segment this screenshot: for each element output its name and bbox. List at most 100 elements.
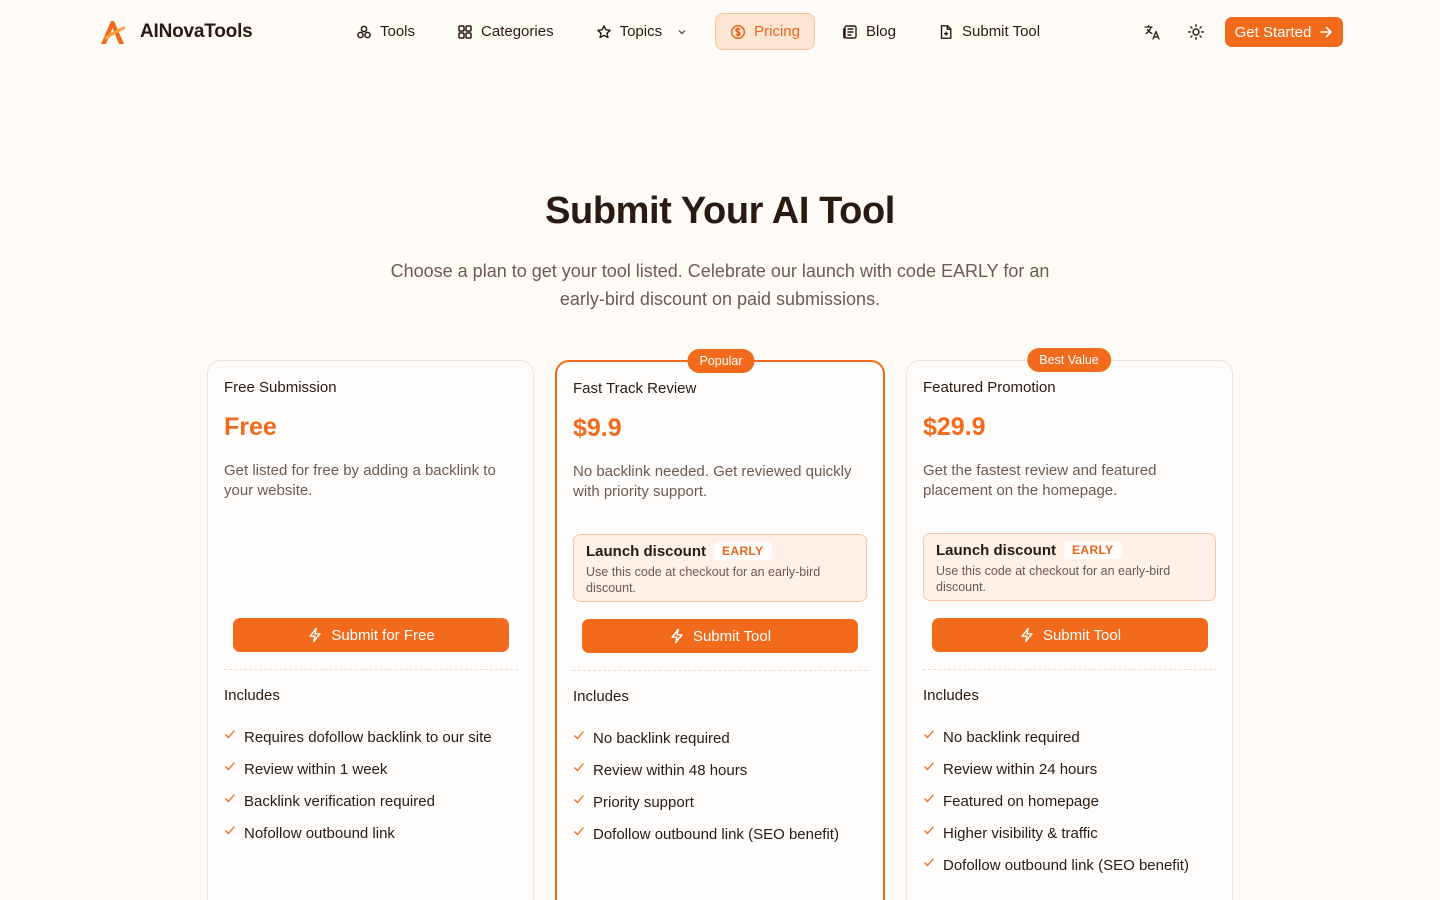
discount-code[interactable]: EARLY bbox=[714, 542, 772, 560]
page-subtitle: Choose a plan to get your tool listed. C… bbox=[390, 261, 1050, 309]
check-icon bbox=[574, 795, 584, 804]
site-header: AINovaTools Tools Categories Topics Pric… bbox=[0, 0, 1440, 64]
chevron-down-icon bbox=[678, 29, 686, 34]
feature-item: Higher visibility & traffic bbox=[923, 817, 1189, 849]
lightning-icon bbox=[309, 627, 322, 643]
nav-label-submit-tool: Submit Tool bbox=[962, 23, 1041, 40]
get-started-label: Get Started bbox=[1234, 23, 1312, 41]
feature-item: Review within 48 hours bbox=[573, 754, 839, 786]
feature-text: Review within 24 hours bbox=[943, 760, 1098, 778]
popular-badge: Popular bbox=[687, 349, 755, 373]
nav-label-pricing: Pricing bbox=[754, 23, 800, 40]
submit-button-label: Submit Tool bbox=[692, 627, 772, 645]
submit-button-label: Submit Tool bbox=[1042, 626, 1122, 644]
discount-title: Launch discount bbox=[586, 542, 706, 560]
check-icon bbox=[225, 794, 235, 803]
discount-text: Use this code at checkout for an early-b… bbox=[936, 564, 1171, 594]
feature-item: Requires dofollow backlink to our site bbox=[224, 721, 492, 753]
plan-card-featured: Best Value Featured Promotion $29.9 Get … bbox=[906, 348, 1233, 900]
divider bbox=[224, 669, 518, 670]
feature-text: Backlink verification required bbox=[244, 792, 435, 810]
check-icon bbox=[924, 794, 934, 803]
check-icon bbox=[225, 730, 235, 739]
includes-heading: Includes bbox=[923, 687, 979, 704]
plan-price: $9.9 bbox=[573, 414, 622, 442]
plan-description: No backlink needed. Get reviewed quickly… bbox=[573, 463, 852, 500]
brand-name: AINovaTools bbox=[140, 21, 253, 42]
feature-text: Featured on homepage bbox=[943, 792, 1099, 810]
feature-text: Dofollow outbound link (SEO benefit) bbox=[943, 856, 1189, 874]
discount-text: Use this code at checkout for an early-b… bbox=[586, 565, 821, 595]
launch-discount-box: Launch discount EARLY Use this code at c… bbox=[573, 534, 867, 602]
theme-toggle[interactable] bbox=[1186, 22, 1206, 42]
includes-heading: Includes bbox=[573, 688, 629, 705]
feature-text: Priority support bbox=[593, 793, 694, 811]
language-toggle[interactable] bbox=[1142, 22, 1162, 42]
nav-item-submit-tool[interactable]: Submit Tool bbox=[923, 13, 1055, 50]
feature-item: Priority support bbox=[573, 786, 839, 818]
plan-price: $29.9 bbox=[923, 413, 986, 441]
feature-item: Review within 1 week bbox=[224, 753, 492, 785]
nav-item-pricing[interactable]: Pricing bbox=[715, 13, 815, 50]
nav-item-categories[interactable]: Categories bbox=[442, 13, 569, 50]
submit-tool-button[interactable]: Submit Tool bbox=[582, 619, 858, 653]
check-icon bbox=[574, 731, 584, 740]
feature-item: Dofollow outbound link (SEO benefit) bbox=[923, 849, 1189, 881]
nav-item-topics[interactable]: Topics bbox=[581, 13, 704, 50]
feature-text: Review within 1 week bbox=[244, 760, 388, 778]
check-icon bbox=[924, 858, 934, 867]
plan-card-free: Free Submission Free Get listed for free… bbox=[207, 360, 534, 900]
check-icon bbox=[924, 762, 934, 771]
check-icon bbox=[574, 763, 584, 772]
feature-text: Nofollow outbound link bbox=[244, 824, 395, 842]
feature-text: Higher visibility & traffic bbox=[943, 824, 1098, 842]
plan-description: Get the fastest review and featured plac… bbox=[923, 462, 1157, 499]
page-title: Submit Your AI Tool bbox=[545, 190, 895, 232]
plan-description: Get listed for free by adding a backlink… bbox=[224, 462, 496, 499]
plan-card-fast-track: Popular Fast Track Review $9.9 No backli… bbox=[555, 349, 885, 900]
feature-item: No backlink required bbox=[573, 722, 839, 754]
get-started-button[interactable]: Get Started bbox=[1225, 17, 1343, 47]
main-nav: Tools Categories Topics Pricing Blog Sub… bbox=[341, 13, 1055, 50]
nav-label-blog: Blog bbox=[865, 23, 896, 40]
feature-list: No backlink required Review within 24 ho… bbox=[923, 721, 1189, 881]
discount-code[interactable]: EARLY bbox=[1064, 541, 1122, 559]
feature-item: No backlink required bbox=[923, 721, 1189, 753]
nav-item-tools[interactable]: Tools bbox=[341, 13, 430, 50]
brand-logo[interactable]: AINovaTools bbox=[98, 17, 253, 47]
feature-text: Review within 48 hours bbox=[593, 761, 748, 779]
feature-item: Backlink verification required bbox=[224, 785, 492, 817]
nav-label-tools: Tools bbox=[380, 23, 416, 40]
feature-item: Featured on homepage bbox=[923, 785, 1189, 817]
nav-item-blog[interactable]: Blog bbox=[827, 13, 911, 50]
check-icon bbox=[225, 826, 235, 835]
lightning-icon bbox=[671, 628, 683, 644]
feature-list: Requires dofollow backlink to our site R… bbox=[224, 721, 492, 849]
plan-name: Featured Promotion bbox=[923, 379, 1056, 396]
check-icon bbox=[924, 826, 934, 835]
check-icon bbox=[225, 762, 235, 771]
nav-label-categories: Categories bbox=[481, 23, 554, 40]
arrow-right-icon bbox=[1320, 26, 1333, 38]
grid-icon bbox=[458, 24, 472, 39]
sun-icon bbox=[1188, 24, 1204, 40]
divider bbox=[573, 670, 867, 671]
submit-tool-button[interactable]: Submit Tool bbox=[932, 618, 1208, 652]
submit-for-free-button[interactable]: Submit for Free bbox=[233, 618, 509, 652]
translate-icon bbox=[1144, 24, 1160, 40]
plan-name: Free Submission bbox=[224, 379, 337, 396]
includes-heading: Includes bbox=[224, 687, 280, 704]
submit-button-label: Submit for Free bbox=[331, 626, 435, 644]
feature-item: Dofollow outbound link (SEO benefit) bbox=[573, 818, 839, 850]
divider bbox=[923, 669, 1217, 670]
plan-price: Free bbox=[224, 413, 277, 441]
logo-icon bbox=[101, 21, 125, 44]
star-icon bbox=[596, 24, 611, 38]
best-value-badge: Best Value bbox=[1027, 348, 1111, 372]
plan-name: Fast Track Review bbox=[573, 380, 697, 397]
launch-discount-box: Launch discount EARLY Use this code at c… bbox=[923, 533, 1216, 601]
feature-list: No backlink required Review within 48 ho… bbox=[573, 722, 839, 850]
check-icon bbox=[924, 730, 934, 739]
lightning-icon bbox=[1021, 627, 1033, 643]
file-plus-icon bbox=[940, 24, 952, 39]
